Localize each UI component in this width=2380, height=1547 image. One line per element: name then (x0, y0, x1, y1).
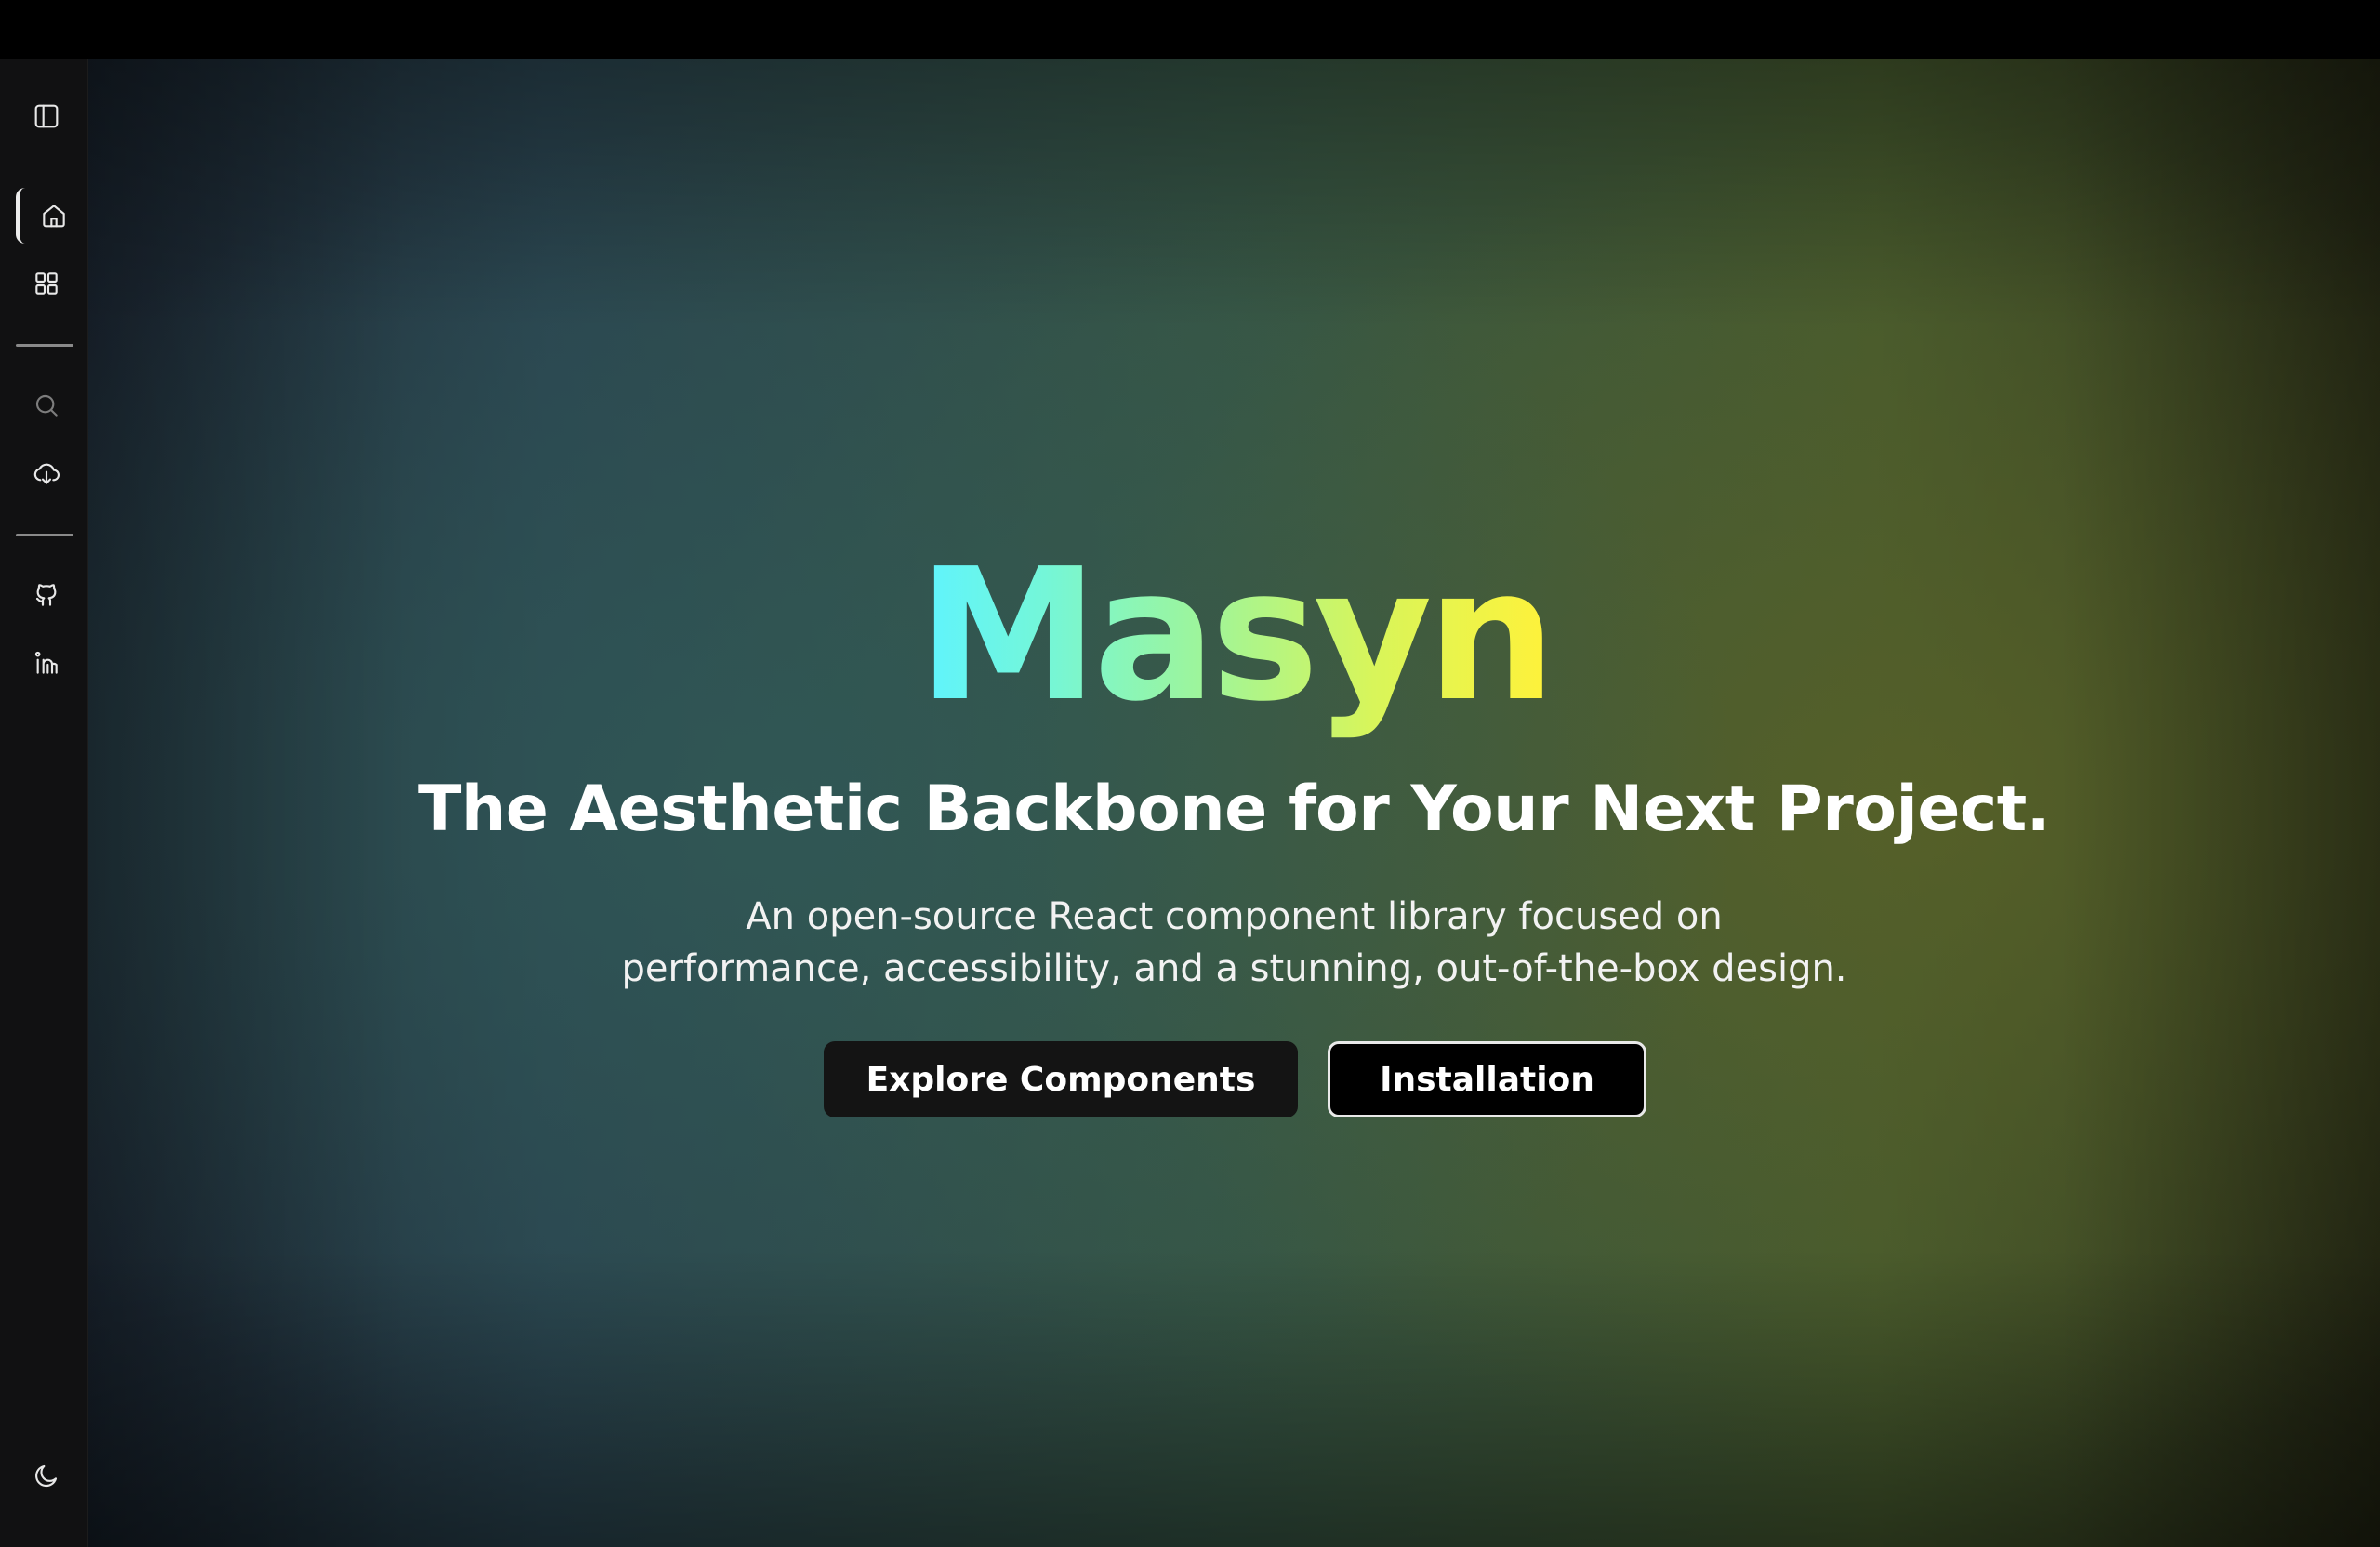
sidebar-divider (16, 344, 73, 347)
nav-components-button[interactable] (23, 260, 70, 307)
nav-home-button[interactable] (31, 192, 77, 239)
hero-description-line: An open-source React component library f… (746, 895, 1723, 938)
search-icon (35, 394, 58, 416)
theme-toggle-button[interactable] (23, 1452, 70, 1499)
home-icon (43, 205, 65, 228)
linkedin-link[interactable] (23, 640, 70, 686)
moon-icon (35, 1464, 58, 1488)
installation-nav-button[interactable] (23, 450, 70, 496)
hero-content: Masyn The Aesthetic Backbone for Your Ne… (88, 60, 2380, 1547)
hero-description: An open-source React component library f… (88, 891, 2380, 995)
github-icon (35, 584, 57, 606)
grid-icon (35, 272, 58, 295)
brand-title: Masyn (917, 530, 1556, 742)
sidebar-toggle-icon (34, 104, 59, 128)
linkedin-icon (34, 651, 58, 674)
hero-section: Masyn The Aesthetic Backbone for Your Ne… (88, 60, 2380, 1547)
hero-description-line: performance, accessibility, and a stunni… (621, 947, 1847, 990)
cloud-download-icon (33, 463, 60, 484)
hero-tagline: The Aesthetic Backbone for Your Next Pro… (417, 773, 2051, 846)
sidebar-divider (16, 534, 73, 536)
top-bar (0, 0, 2380, 60)
search-button[interactable] (23, 382, 70, 429)
explore-components-button[interactable]: Explore Components (824, 1041, 1298, 1117)
installation-button[interactable]: Installation (1328, 1041, 1646, 1117)
sidebar (0, 60, 88, 1547)
active-nav-indicator (16, 188, 25, 244)
brand-container: Masyn (88, 534, 2380, 738)
github-link[interactable] (23, 572, 70, 618)
sidebar-toggle-button[interactable] (23, 93, 70, 139)
